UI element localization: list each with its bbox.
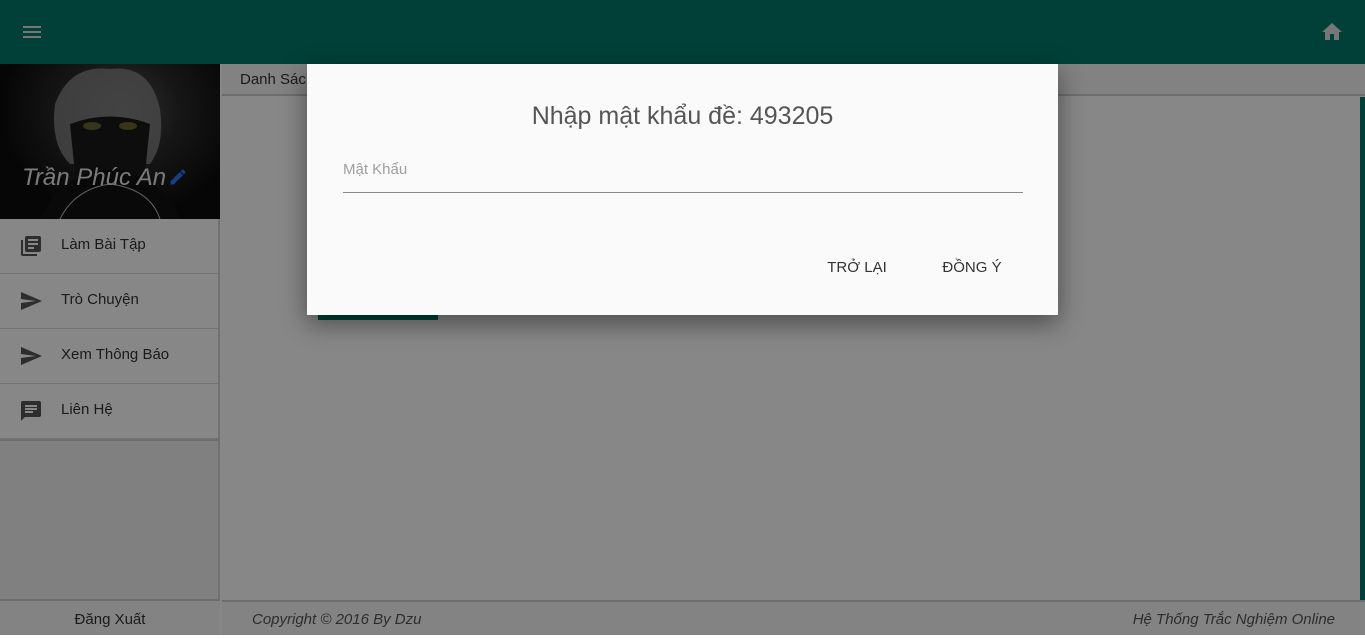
password-field-wrapper — [343, 154, 1023, 193]
confirm-button[interactable]: ĐỒNG Ý — [932, 254, 1012, 282]
password-dialog: Nhập mật khẩu đề: 493205 TRỞ LẠI ĐỒNG Ý — [307, 64, 1058, 315]
back-button[interactable]: TRỞ LẠI — [817, 254, 897, 282]
password-input[interactable] — [343, 154, 1023, 184]
dialog-title: Nhập mật khẩu đề: 493205 — [531, 102, 834, 130]
